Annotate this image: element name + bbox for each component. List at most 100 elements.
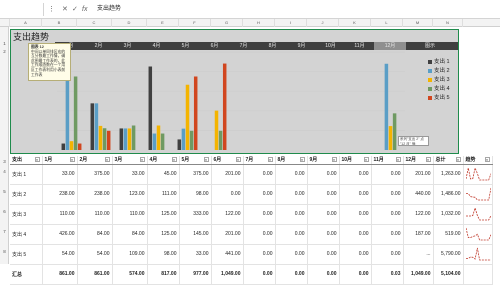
header-cell[interactable]: 6月 ▾	[211, 156, 244, 165]
value-cell[interactable]: 0.00	[339, 244, 372, 265]
chart-title[interactable]: 支出趋势	[13, 31, 49, 43]
row-header[interactable]: 6	[0, 209, 9, 214]
row-header[interactable]: 5	[0, 189, 9, 194]
value-cell[interactable]: 0.00	[339, 224, 372, 245]
chart-legend[interactable]: 支出 1 支出 2 支出 3 支出 4 支出 5	[428, 58, 458, 103]
header-cell[interactable]: 趋势 ▾	[463, 156, 493, 165]
total-cell[interactable]: 1,032.00	[433, 204, 464, 225]
sparkline-cell[interactable]	[463, 164, 493, 185]
row-label-cell[interactable]: 支出 5	[10, 244, 43, 265]
header-cell[interactable]: 11月 ▾	[371, 156, 404, 165]
value-cell[interactable]: 145.00	[179, 224, 212, 245]
bar-2月-支出 1[interactable]	[90, 103, 95, 150]
bar-2月-支出 3[interactable]	[98, 125, 103, 150]
value-cell[interactable]: 238.00	[42, 184, 78, 205]
col-header[interactable]: B	[42, 19, 77, 27]
total-cell[interactable]: 1,263.00	[433, 164, 464, 185]
row-label-cell[interactable]: 支出 1	[10, 164, 43, 185]
value-cell[interactable]: 0.00	[371, 244, 404, 265]
bar-5月-支出 2[interactable]	[181, 128, 186, 150]
filter-dropdown-icon[interactable]: ▾	[203, 157, 209, 163]
row-header[interactable]: 3	[0, 159, 9, 164]
value-cell[interactable]: 1,049.00	[211, 263, 244, 285]
row-label-cell[interactable]: 汇总	[10, 263, 43, 285]
col-header[interactable]: I	[275, 19, 307, 27]
value-cell[interactable]: 33.00	[112, 164, 148, 185]
select-all-corner[interactable]	[0, 19, 10, 27]
value-cell[interactable]: 201.00	[211, 224, 244, 245]
value-cell[interactable]: 0.00	[371, 224, 404, 245]
bar-2月-支出 4[interactable]	[102, 128, 107, 150]
sparkline-cell[interactable]	[463, 244, 493, 265]
value-cell[interactable]: 0.00	[243, 184, 276, 205]
value-cell[interactable]: 0.00	[371, 184, 404, 205]
bar-4月-支出 2[interactable]	[152, 133, 157, 150]
value-cell[interactable]: 0.00	[243, 164, 276, 185]
filter-dropdown-icon[interactable]: ▾	[455, 157, 461, 163]
filter-dropdown-icon[interactable]: ▾	[331, 157, 337, 163]
bar-5月-支出 3[interactable]	[185, 84, 190, 150]
value-cell[interactable]: ...	[403, 244, 434, 265]
value-cell[interactable]: 201.00	[403, 164, 434, 185]
value-cell[interactable]: 54.00	[77, 244, 113, 265]
value-cell[interactable]: 110.00	[42, 204, 78, 225]
sparkline-cell[interactable]	[463, 263, 493, 285]
filter-dropdown-icon[interactable]: ▾	[267, 157, 273, 163]
row-label-cell[interactable]: 支出 3	[10, 204, 43, 225]
filter-dropdown-icon[interactable]: ▾	[395, 157, 401, 163]
bar-4月-支出 3[interactable]	[156, 125, 161, 151]
value-cell[interactable]: 0.00	[339, 263, 372, 285]
name-box[interactable]	[0, 3, 44, 16]
value-cell[interactable]: 0.00	[275, 164, 308, 185]
bar-5月-支出 4[interactable]	[189, 130, 194, 150]
value-cell[interactable]: 238.00	[77, 184, 113, 205]
value-cell[interactable]: 84.00	[112, 224, 148, 245]
bar-1月-支出 4[interactable]	[73, 76, 78, 151]
row-header[interactable]: 7	[0, 229, 9, 234]
bar-1月-支出 2[interactable]	[65, 76, 70, 151]
value-cell[interactable]: 375.00	[179, 164, 212, 185]
filter-dropdown-icon[interactable]: ▾	[425, 157, 431, 163]
bar-4月-支出 1[interactable]	[148, 66, 153, 151]
header-cell[interactable]: 12月 ▾	[403, 156, 434, 165]
total-cell[interactable]: 1,486.00	[433, 184, 464, 205]
sparkline-cell[interactable]	[463, 184, 493, 205]
value-cell[interactable]: 125.00	[147, 204, 180, 225]
bar-1月-支出 5[interactable]	[77, 143, 82, 150]
header-cell[interactable]: 10月 ▾	[339, 156, 372, 165]
bar-4月-支出 4[interactable]	[160, 133, 165, 150]
header-cell[interactable]: 9月 ▾	[307, 156, 340, 165]
row-header[interactable]: 2	[0, 49, 9, 54]
value-cell[interactable]: 125.00	[147, 224, 180, 245]
value-cell[interactable]: 98.00	[147, 244, 180, 265]
row-label-cell[interactable]: 支出 4	[10, 224, 43, 245]
value-cell[interactable]: 0.00	[339, 184, 372, 205]
bar-3月-支出 2[interactable]	[123, 128, 128, 150]
cancel-icon[interactable]: ✕	[62, 4, 68, 15]
bar-12月-支出 4[interactable]	[392, 113, 397, 150]
value-cell[interactable]: 0.00	[275, 263, 308, 285]
value-cell[interactable]: 98.00	[179, 184, 212, 205]
filter-dropdown-icon[interactable]: ▾	[363, 157, 369, 163]
confirm-icon[interactable]: ✓	[72, 4, 78, 15]
row-header[interactable]: 4	[0, 169, 9, 174]
value-cell[interactable]: 0.00	[307, 184, 340, 205]
value-cell[interactable]: 110.00	[112, 204, 148, 225]
value-cell[interactable]: 333.00	[179, 204, 212, 225]
header-cell[interactable]: 1月 ▾	[42, 156, 78, 165]
total-cell[interactable]: 5,790.00	[433, 244, 464, 265]
value-cell[interactable]: 33.00	[179, 244, 212, 265]
value-cell[interactable]: 111.00	[147, 184, 180, 205]
col-header[interactable]: D	[112, 19, 147, 27]
bar-1月-支出 3[interactable]	[69, 141, 74, 150]
filter-dropdown-icon[interactable]: ▾	[235, 157, 241, 163]
filter-dropdown-icon[interactable]: ▾	[139, 157, 145, 163]
value-cell[interactable]: 861.00	[77, 263, 113, 285]
value-cell[interactable]: 201.00	[211, 164, 244, 185]
bar-6月-支出 4[interactable]	[218, 130, 223, 150]
value-cell[interactable]: 375.00	[77, 164, 113, 185]
fx-icon[interactable]: fx	[82, 4, 87, 15]
value-cell[interactable]: 45.00	[147, 164, 180, 185]
value-cell[interactable]: 0.00	[243, 224, 276, 245]
bar-5月-支出 5[interactable]	[193, 76, 198, 151]
